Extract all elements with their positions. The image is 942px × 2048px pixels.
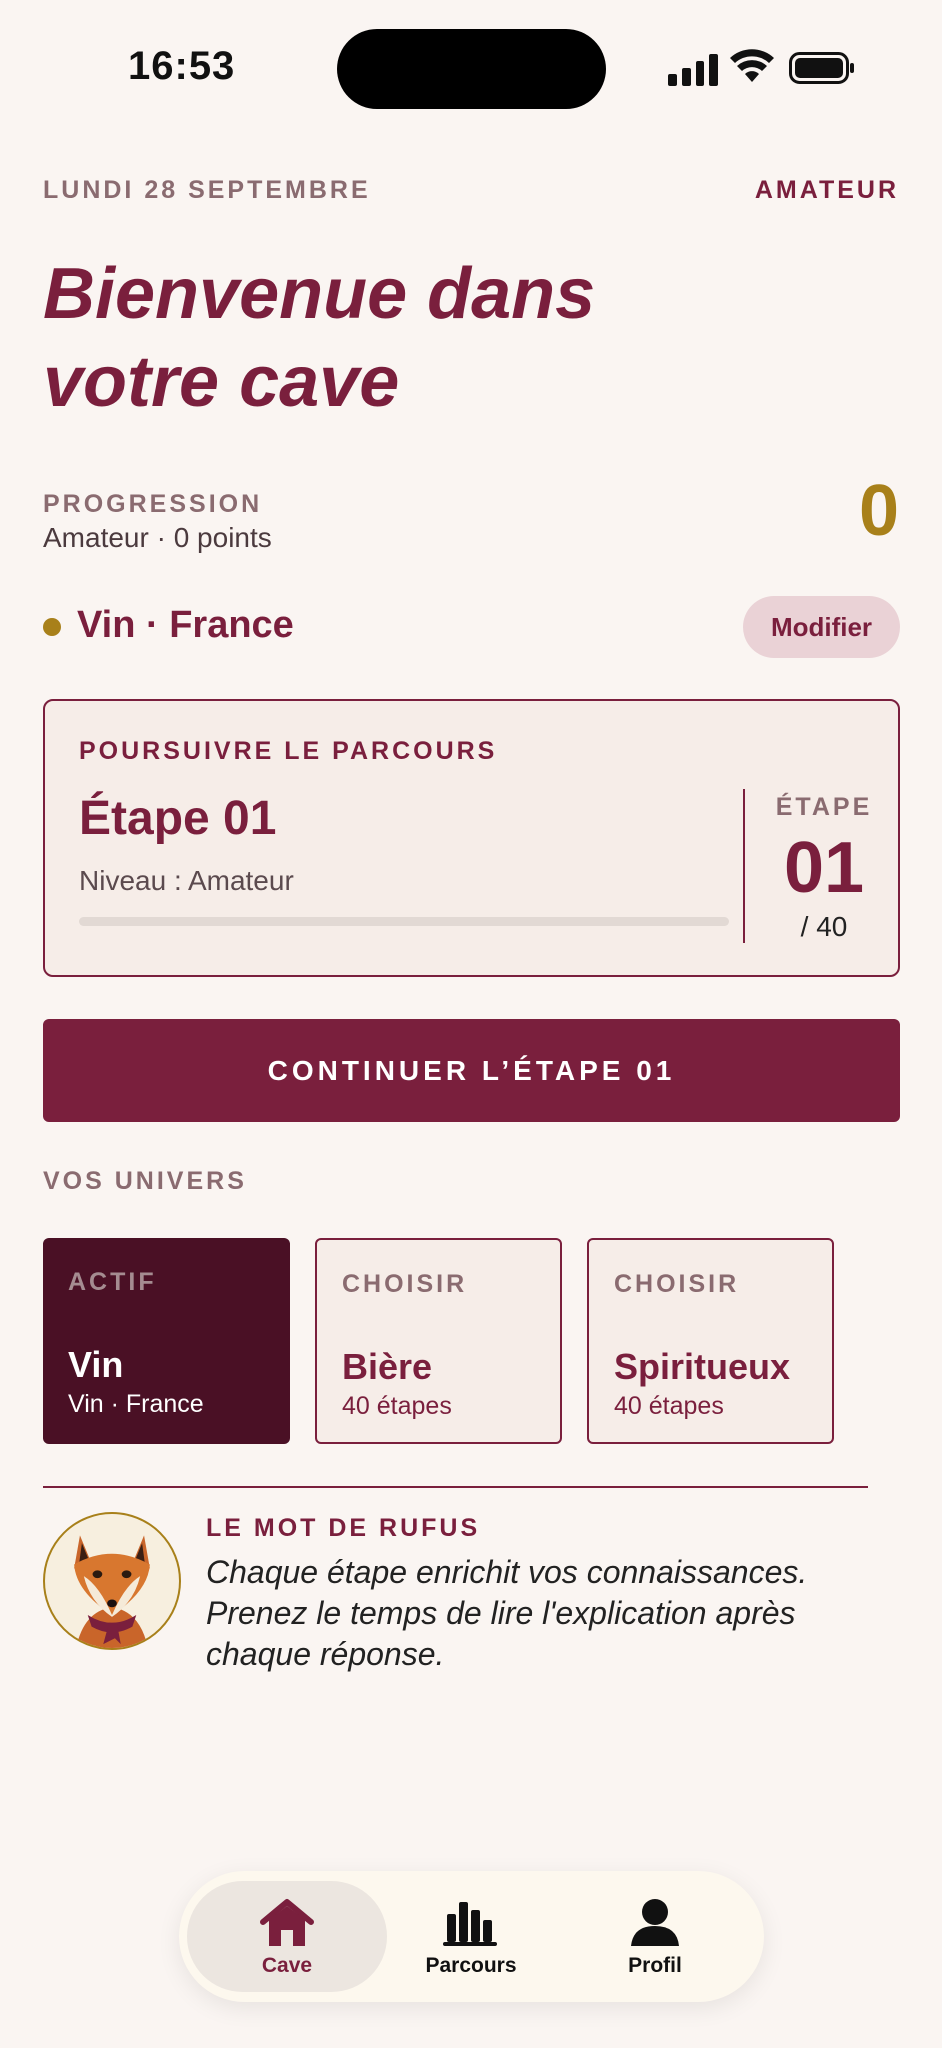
cellular-signal-icon (668, 52, 718, 86)
universes-label: VOS UNIVERS (43, 1167, 247, 1195)
course-card[interactable]: POURSUIVRE LE PARCOURS Étape 01 Niveau :… (43, 699, 900, 977)
tab-cave[interactable]: Cave (187, 1881, 387, 1992)
universe-card-name: Spiritueux (614, 1346, 791, 1387)
universe-card-kicker: CHOISIR (342, 1270, 468, 1298)
battery-icon (789, 52, 854, 84)
rufus-fox-avatar (43, 1512, 181, 1650)
rufus-quote: Chaque étape enrichit vos connaissances.… (206, 1554, 808, 1672)
universe-card-spiritueux[interactable]: CHOISIR Spiritueux 40 étapes (587, 1238, 834, 1444)
progression-label: PROGRESSION (43, 490, 263, 518)
bottom-tab-bar: Cave Parcours Profil (179, 1871, 764, 2002)
wifi-icon (730, 49, 774, 82)
modify-button[interactable]: Modifier (743, 596, 900, 658)
tab-label: Profil (628, 1953, 682, 1977)
points-counter: 0 (858, 471, 899, 551)
status-time: 16:53 (128, 44, 236, 88)
step-label: ÉTAPE (775, 793, 873, 821)
continue-step-button[interactable]: CONTINUER L’ÉTAPE 01 (43, 1019, 900, 1122)
universe-card-kicker: ACTIF (68, 1268, 157, 1296)
universe-card-sub: Vin · France (68, 1390, 204, 1418)
universe-card-name: Vin (68, 1344, 124, 1385)
current-date: LUNDI 28 SEPTEMBRE (43, 176, 371, 204)
course-progress-bar (79, 917, 729, 926)
tab-label: Cave (261, 1953, 313, 1977)
page-title: Bienvenue dans votre cave (43, 254, 596, 422)
course-card-level: Niveau : Amateur (79, 865, 294, 896)
universe-card-name: Bière (342, 1346, 433, 1387)
progression-subtitle: Amateur · 0 points (43, 522, 272, 553)
tab-label: Parcours (425, 1953, 517, 1977)
universe-card-vin[interactable]: ACTIF Vin Vin · France (43, 1238, 290, 1444)
course-card-kicker: POURSUIVRE LE PARCOURS (79, 737, 498, 765)
house-icon (260, 1898, 314, 1946)
tab-parcours[interactable]: Parcours (371, 1881, 571, 1992)
user-icon (631, 1898, 679, 1946)
section-divider (43, 1486, 868, 1488)
user-level-badge: AMATEUR (754, 176, 899, 204)
universe-card-kicker: CHOISIR (614, 1270, 740, 1298)
step-number: 01 (783, 828, 865, 908)
step-total: / 40 (800, 911, 848, 942)
bar-chart-icon (443, 1901, 497, 1946)
tab-profil[interactable]: Profil (555, 1881, 755, 1992)
universe-dot-icon (43, 618, 61, 636)
universe-card-sub: 40 étapes (614, 1392, 724, 1420)
universe-card-sub: 40 étapes (342, 1392, 452, 1420)
dynamic-island (337, 29, 606, 109)
course-card-title: Étape 01 (79, 792, 277, 845)
fox-icon (74, 1535, 150, 1648)
universe-card-biere[interactable]: CHOISIR Bière 40 étapes (315, 1238, 562, 1444)
rufus-label: LE MOT DE RUFUS (206, 1514, 481, 1542)
divider (743, 789, 745, 943)
current-universe: Vin · France (77, 604, 294, 646)
